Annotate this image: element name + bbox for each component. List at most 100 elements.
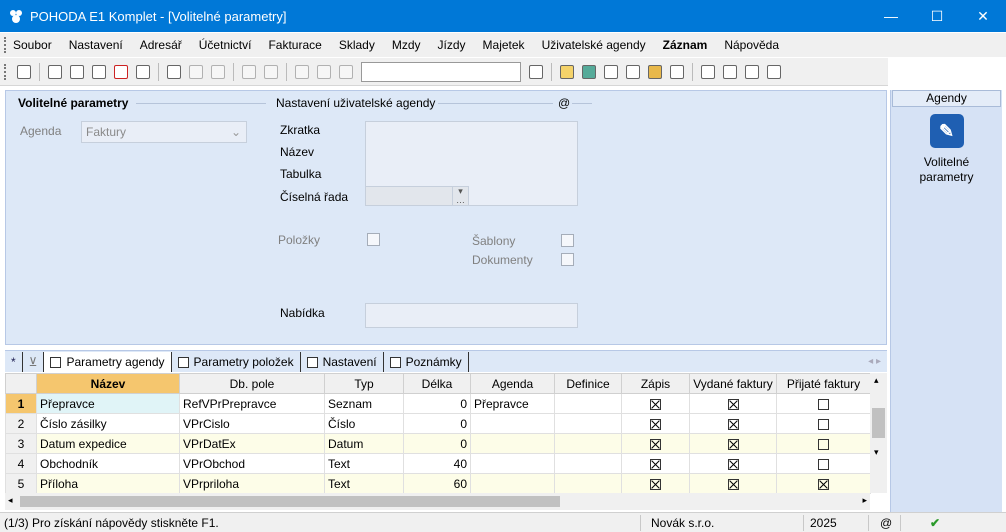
cell-definice[interactable] (554, 433, 622, 454)
money-icon[interactable] (579, 62, 599, 82)
menu-fakturace[interactable]: Fakturace (268, 36, 321, 54)
column-header-prijate-faktury[interactable]: Přijaté faktury (776, 373, 871, 394)
cell-nazev[interactable]: Číslo zásilky (36, 413, 180, 434)
cell-db-pole[interactable]: VPrpriloha (179, 473, 325, 494)
scroll-thumb[interactable] (20, 496, 560, 507)
filter-icon[interactable] (526, 62, 546, 82)
menu-zaznam[interactable]: Záznam (663, 36, 708, 54)
print-preview-icon[interactable] (89, 62, 109, 82)
menu-ucetnictvi[interactable]: Účetnictví (199, 36, 252, 54)
row-number[interactable]: 3 (5, 433, 37, 454)
checked-checkbox[interactable] (727, 398, 739, 410)
sablony-checkbox[interactable] (561, 234, 574, 247)
grid-horizontal-scrollbar[interactable]: ◂ ▸ (5, 493, 870, 510)
gear-icon[interactable] (261, 62, 281, 82)
column-header-zapis[interactable]: Zápis (621, 373, 690, 394)
paste-icon[interactable] (336, 62, 356, 82)
pdf-icon[interactable] (111, 62, 131, 82)
checked-checkbox[interactable] (727, 438, 739, 450)
column-header-db-pole[interactable]: Db. pole (179, 373, 325, 394)
minimize-button[interactable]: — (868, 0, 914, 32)
back-arrow-icon[interactable] (239, 62, 259, 82)
menu-jizdy[interactable]: Jízdy (438, 36, 466, 54)
cell-db-pole[interactable]: VPrObchod (179, 453, 325, 474)
cell-definice[interactable] (554, 413, 622, 434)
cell-vydane-faktury[interactable] (689, 473, 777, 494)
scroll-up-icon[interactable]: ▴ (874, 375, 879, 386)
column-header-definice[interactable]: Definice (554, 373, 622, 394)
tab-filter[interactable]: ⊻ (23, 352, 45, 372)
new-record-icon[interactable] (164, 62, 184, 82)
cell-prijate-faktury[interactable] (776, 473, 871, 494)
coins-icon[interactable] (645, 62, 665, 82)
window-list-icon[interactable] (720, 62, 740, 82)
cell-zapis[interactable] (621, 393, 690, 414)
ciselna-rada-field[interactable]: ▾… (365, 186, 469, 206)
cell-vydane-faktury[interactable] (689, 453, 777, 474)
cell-vydane-faktury[interactable] (689, 433, 777, 454)
column-header-agenda[interactable]: Agenda (470, 373, 555, 394)
cell-prijate-faktury[interactable] (776, 453, 871, 474)
window-tile-icon[interactable] (742, 62, 762, 82)
row-number[interactable]: 1 (5, 393, 37, 414)
checked-checkbox[interactable] (727, 418, 739, 430)
dokumenty-checkbox[interactable] (561, 253, 574, 266)
scroll-down-icon[interactable]: ▾ (874, 447, 879, 458)
table-row[interactable]: 1 Přepravce RefVPrPrepravce Seznam 0 Přepravc… (5, 393, 871, 414)
cell-definice[interactable] (554, 453, 622, 474)
cell-zapis[interactable] (621, 473, 690, 494)
cell-typ[interactable]: Text (324, 473, 404, 494)
column-header-delka[interactable]: Délka (403, 373, 471, 394)
menu-uzivatelske-agendy[interactable]: Uživatelské agendy (542, 36, 646, 54)
scroll-right-icon[interactable]: ▸ (862, 495, 867, 506)
menu-napoveda[interactable]: Nápověda (724, 36, 779, 54)
grid-corner[interactable] (5, 373, 37, 394)
column-header-vydane-faktury[interactable]: Vydané faktury (689, 373, 777, 394)
cell-nazev[interactable]: Přepravce (36, 393, 180, 414)
cell-delka[interactable]: 0 (403, 413, 471, 434)
cell-vydane-faktury[interactable] (689, 413, 777, 434)
table-row[interactable]: 5 Příloha VPrpriloha Text 60 (5, 473, 871, 494)
tab-poznamky[interactable]: Poznámky (384, 352, 469, 372)
cell-agenda[interactable] (470, 413, 555, 434)
tab-scroll-arrows[interactable]: ◂ ▸ (868, 352, 881, 372)
row-number[interactable]: 2 (5, 413, 37, 434)
unchecked-checkbox[interactable] (818, 458, 829, 470)
filter-combo[interactable] (361, 61, 521, 82)
tab-nastaveni[interactable]: Nastavení (301, 352, 384, 372)
cell-typ[interactable]: Text (324, 453, 404, 474)
checked-checkbox[interactable] (650, 438, 661, 450)
cell-delka[interactable]: 0 (403, 393, 471, 414)
cell-zapis[interactable] (621, 413, 690, 434)
table-row[interactable]: 4 Obchodník VPrObchod Text 40 (5, 453, 871, 474)
table-row[interactable]: 2 Číslo zásilky VPrCislo Číslo 0 (5, 413, 871, 434)
cell-prijate-faktury[interactable] (776, 393, 871, 414)
folder-icon[interactable] (557, 62, 577, 82)
menu-adresar[interactable]: Adresář (140, 36, 182, 54)
checked-checkbox[interactable] (650, 478, 661, 490)
save-all-icon[interactable] (314, 62, 334, 82)
unchecked-checkbox[interactable] (818, 398, 829, 410)
print-icon[interactable] (67, 62, 87, 82)
polozky-checkbox[interactable] (367, 233, 380, 246)
cell-nazev[interactable]: Obchodník (36, 453, 180, 474)
unchecked-checkbox[interactable] (818, 438, 829, 450)
unchecked-checkbox[interactable] (818, 418, 829, 430)
checked-checkbox[interactable] (727, 478, 739, 490)
agenda-shortcut-volitelne-parametry[interactable]: ✎ Volitelné parametry (891, 114, 1002, 185)
help-icon[interactable] (764, 62, 784, 82)
ellipsis-icon[interactable]: ▾… (452, 187, 468, 205)
cell-agenda[interactable] (470, 433, 555, 454)
cell-zapis[interactable] (621, 453, 690, 474)
cell-zapis[interactable] (621, 433, 690, 454)
menu-soubor[interactable]: Soubor (13, 36, 52, 54)
checked-checkbox[interactable] (650, 458, 661, 470)
cell-db-pole[interactable]: VPrCislo (179, 413, 325, 434)
cell-prijate-faktury[interactable] (776, 433, 871, 454)
menu-sklady[interactable]: Sklady (339, 36, 375, 54)
grid-settings-icon[interactable] (208, 62, 228, 82)
menu-nastaveni[interactable]: Nastavení (69, 36, 123, 54)
column-header-typ[interactable]: Typ (324, 373, 404, 394)
cell-definice[interactable] (554, 473, 622, 494)
table-row[interactable]: 3 Datum expedice VPrDatEx Datum 0 (5, 433, 871, 454)
